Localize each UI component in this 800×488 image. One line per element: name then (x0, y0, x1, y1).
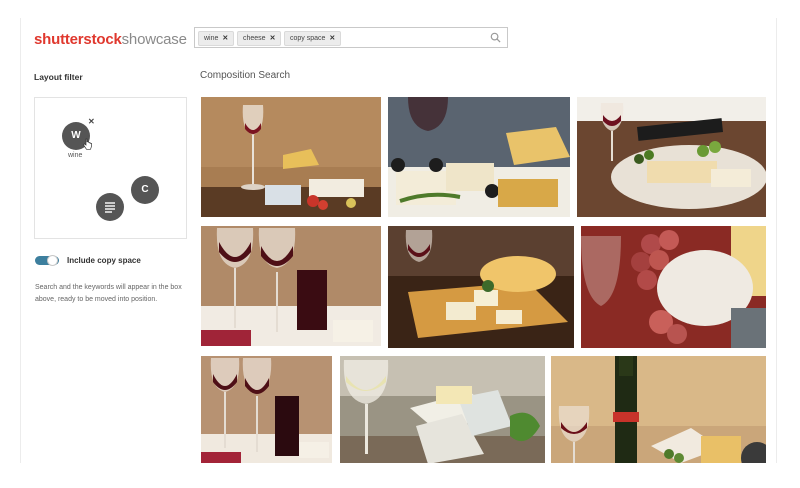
brie-grapes-photo (581, 226, 766, 348)
layout-filter-title: Layout filter (34, 72, 83, 82)
circle-letter: W (71, 130, 81, 141)
image-result[interactable] (551, 356, 766, 463)
showcase-page: shutterstockshowcase wine ✕ cheese ✕ copy … (20, 18, 777, 463)
composition-search-title: Composition Search (200, 70, 291, 81)
logo-brand: shutterstock (34, 31, 122, 48)
image-result[interactable] (577, 97, 766, 217)
shutterstock-logo[interactable]: shutterstockshowcase (34, 31, 187, 48)
cheese-platter-photo (388, 97, 570, 217)
red-wine-glasses-photo (201, 226, 381, 346)
copy-space-toggle[interactable] (35, 255, 59, 266)
remove-tag-icon[interactable]: ✕ (329, 35, 335, 42)
search-bar[interactable]: wine ✕ cheese ✕ copy space ✕ (194, 27, 508, 48)
text-lines-icon (105, 202, 115, 213)
tag-wine[interactable]: wine ✕ (198, 31, 235, 46)
image-result[interactable] (388, 97, 570, 217)
image-result[interactable] (581, 226, 766, 348)
wine-bottle-cheese-photo (551, 356, 766, 463)
logo-sub: showcase (121, 31, 187, 48)
copy-space-circle[interactable] (96, 193, 124, 221)
hand-cursor-icon (83, 138, 92, 150)
image-result[interactable] (388, 226, 574, 348)
circle-letter: C (141, 184, 149, 195)
tag-cheese[interactable]: cheese ✕ (237, 31, 282, 46)
close-icon[interactable]: ✕ (88, 117, 95, 126)
image-result[interactable] (201, 226, 381, 346)
wine-cheese-cubes-photo (201, 356, 332, 463)
cheese-keyword-circle[interactable]: C (131, 176, 159, 204)
wine-circle-label: wine (68, 152, 83, 159)
remove-tag-icon[interactable]: ✕ (222, 35, 228, 42)
image-result[interactable] (201, 97, 381, 217)
help-text: Search and the keywords will appear in t… (35, 284, 182, 303)
tag-label: cheese (243, 35, 266, 42)
copy-space-toggle-label: Include copy space (67, 256, 141, 265)
blue-cheese-white-wine-photo (340, 356, 545, 463)
search-icon[interactable] (490, 32, 501, 43)
cheese-board-photo (577, 97, 766, 217)
cheese-crackers-photo (388, 226, 574, 348)
tag-copy-space[interactable]: copy space ✕ (284, 31, 342, 46)
tag-label: wine (204, 35, 219, 42)
layout-filter-box[interactable]: W ✕ wine C (34, 97, 187, 239)
wine-cheese-photo (201, 97, 381, 217)
image-result[interactable] (340, 356, 545, 463)
tag-label: copy space (290, 35, 326, 42)
image-result[interactable] (201, 356, 332, 463)
remove-tag-icon[interactable]: ✕ (270, 35, 276, 42)
toggle-knob (47, 255, 58, 266)
